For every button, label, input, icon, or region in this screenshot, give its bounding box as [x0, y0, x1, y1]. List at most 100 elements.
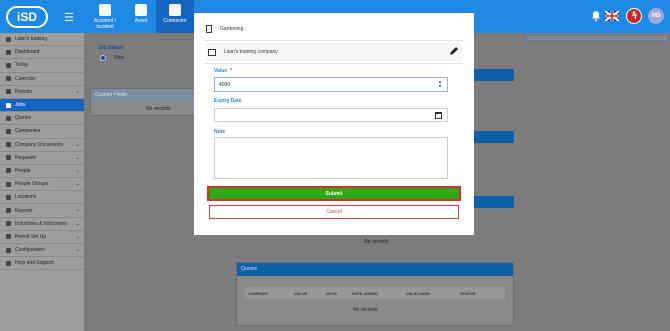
sidebar-item-icon: [6, 181, 11, 187]
expiry-date-input[interactable]: [214, 108, 448, 122]
sidebar-item-liam-s-training[interactable]: Liam's training: [0, 33, 84, 47]
submit-button[interactable]: Submit: [209, 188, 459, 199]
sidebar-item-label: Permit Set Up: [15, 233, 47, 240]
sidebar-item-companies[interactable]: Companies: [0, 125, 84, 139]
chevron-down-icon[interactable]: ⌄: [76, 221, 80, 227]
value-input[interactable]: 4000 ▲ ▼: [214, 77, 448, 92]
sidebar-item-quotes[interactable]: Quotes: [0, 112, 84, 126]
cancel-button[interactable]: Cancel: [209, 205, 459, 219]
sidebar-item-label: People Groups: [15, 181, 49, 188]
quotes-column-header: DATE ADDED: [352, 290, 378, 296]
chevron-down-icon[interactable]: ⌄: [76, 247, 80, 253]
sidebar-item-label: Liam's training: [15, 36, 48, 43]
sidebar-item-label: Company Documents: [15, 141, 64, 148]
chevron-down-icon[interactable]: ⌄: [76, 89, 80, 95]
quotes-panel: Quotes COMPANY VALUE NOTE DATE ADDED VALID U…: [236, 262, 514, 326]
sidebar-item-today[interactable]: Today: [0, 59, 84, 73]
quotes-column-header: VALUE: [294, 290, 308, 296]
panel-stub-header: [474, 69, 514, 81]
sidebar-item-label: Help and Support: [15, 260, 54, 267]
accessibility-icon[interactable]: [626, 8, 642, 24]
sidebar-item-label: Locations: [15, 194, 37, 201]
sidebar-item-icon: [6, 76, 11, 82]
note-textarea[interactable]: [214, 137, 448, 179]
job-status-label: Job Status: [98, 45, 124, 51]
sidebar-item-icon: [6, 62, 11, 68]
document-icon: [206, 25, 212, 33]
menu-icon[interactable]: ☰: [64, 11, 74, 24]
sidebar-item-permits[interactable]: Permits ⌄: [0, 86, 84, 99]
user-avatar[interactable]: HD: [648, 8, 664, 24]
tile-accident-incident[interactable]: Accident / Incident: [86, 0, 124, 33]
company-row: Liam's training company: [206, 43, 462, 61]
sidebar-item-dashboard[interactable]: Dashboard: [0, 46, 84, 60]
sidebar-item-icon: [6, 89, 11, 95]
tile-asset[interactable]: Asset: [122, 0, 160, 33]
panel-stub-header: [474, 131, 514, 143]
quotes-column-header: STATUS: [460, 290, 476, 296]
sidebar-item-label: Requests: [15, 154, 37, 161]
calendar-icon[interactable]: [435, 112, 442, 119]
sidebar-item-icon: [6, 221, 11, 227]
value-text: 4000: [219, 81, 231, 88]
job-status-value: New: [114, 55, 125, 61]
sidebar: Liam's training Dashboard Today Calendar Per…: [0, 33, 84, 331]
sidebar-item-icon: [6, 155, 11, 161]
sidebar-item-icon: [6, 36, 11, 42]
sidebar-item-label: Configuration: [15, 247, 45, 254]
sidebar-item-icon: [6, 168, 11, 174]
sidebar-item-label: Inductions & Inductions: [15, 220, 67, 227]
sidebar-item-icon: [6, 128, 11, 134]
sidebar-item-icon: [6, 208, 11, 214]
sidebar-item-company-documents[interactable]: Company Documents ⌄: [0, 139, 84, 152]
no-records-text: No records: [353, 307, 378, 313]
sidebar-item-icon: [6, 142, 11, 148]
sidebar-item-configuration[interactable]: Configuration ⌄: [0, 244, 84, 258]
uk-flag-icon[interactable]: [604, 10, 620, 22]
sidebar-item-people[interactable]: People ⌄: [0, 165, 84, 179]
sidebar-item-calendar[interactable]: Calendar: [0, 73, 84, 86]
chevron-down-icon[interactable]: ⌄: [76, 142, 80, 148]
sidebar-item-reports[interactable]: Reports ⌄: [0, 204, 84, 218]
sidebar-item-jobs[interactable]: Jobs: [0, 98, 84, 113]
no-records-text: No records: [146, 106, 171, 112]
sidebar-item-help-and-support[interactable]: Help and Support: [0, 257, 84, 271]
asset-icon: [135, 4, 147, 16]
quotes-column-header: COMPANY: [248, 290, 269, 296]
chevron-down-icon[interactable]: ⌄: [76, 168, 80, 174]
chevron-down-icon[interactable]: ⌄: [76, 234, 80, 240]
accident-icon: [99, 4, 111, 16]
sidebar-item-requests[interactable]: Requests ⌄: [0, 152, 84, 165]
quotes-header: Quotes: [237, 263, 513, 276]
chevron-down-icon[interactable]: ⌄: [76, 207, 80, 213]
no-records-text: No records: [364, 239, 389, 245]
quotes-column-header: VALID UNTIL: [406, 290, 431, 296]
chevron-down-icon[interactable]: ⌄: [76, 155, 80, 161]
sidebar-item-icon: [6, 102, 11, 108]
add-quote-modal: Gardening Liam's training company Value *…: [194, 13, 474, 235]
edit-pencil-icon[interactable]: [449, 46, 458, 58]
tile-contractor[interactable]: Contractor: [156, 0, 194, 33]
sidebar-item-permit-set-up[interactable]: Permit Set Up ⌄: [0, 231, 84, 244]
sidebar-item-label: Permits: [15, 88, 32, 95]
sidebar-item-people-groups[interactable]: People Groups ⌄: [0, 178, 84, 192]
chevron-down-icon[interactable]: ⌄: [76, 181, 80, 187]
value-label: Value *: [214, 68, 233, 74]
tile-label: Contractor: [163, 18, 187, 24]
panel-stub: [474, 196, 514, 236]
number-spinner-icon[interactable]: ▲ ▼: [438, 80, 442, 88]
required-mark: *: [230, 68, 233, 74]
job-status-radio[interactable]: New: [100, 55, 124, 61]
sidebar-item-icon: [6, 49, 11, 55]
sidebar-item-label: Dashboard: [15, 49, 40, 56]
sidebar-item-label: Companies: [15, 128, 41, 135]
app-logo[interactable]: iSD: [6, 6, 48, 28]
bell-icon[interactable]: [590, 10, 602, 22]
sidebar-item-label: Reports: [15, 207, 33, 214]
sidebar-item-locations[interactable]: Locations: [0, 191, 84, 205]
tile-label: Asset: [134, 18, 148, 24]
sidebar-item-inductions-inductions[interactable]: Inductions & Inductions ⌄: [0, 218, 84, 231]
quotes-table-header: COMPANY VALUE NOTE DATE ADDED VALID UNTIL STA…: [245, 287, 505, 299]
panel-stub-header: [474, 196, 514, 208]
document-row: Gardening: [206, 25, 462, 33]
